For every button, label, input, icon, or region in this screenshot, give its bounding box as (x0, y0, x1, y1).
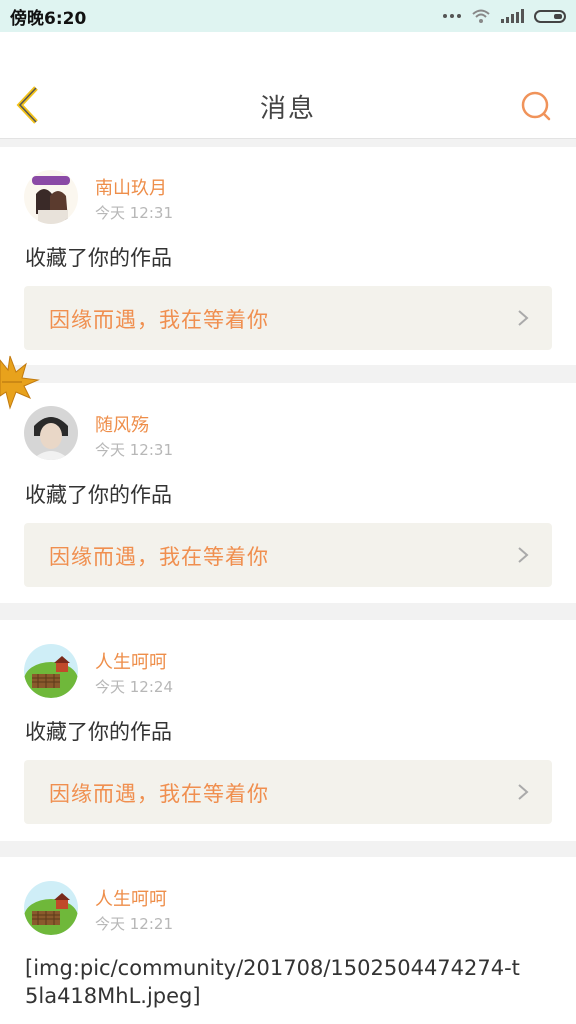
status-time: 傍晚6:20 (10, 8, 87, 29)
header: 消息 (0, 32, 576, 139)
signal-icon (501, 9, 524, 23)
search-icon[interactable] (518, 88, 554, 124)
action-text: 收藏了你的作品 (25, 720, 172, 744)
post-time: 今天 12:31 (95, 204, 173, 222)
work-title: 因缘而遇，我在等着你 (49, 782, 269, 806)
user-name[interactable]: 人生呵呵 (95, 648, 167, 674)
work-title: 因缘而遇，我在等着你 (49, 308, 269, 332)
maple-leaf-icon (0, 355, 40, 410)
message-card: 人生呵呵 今天 12:24 收藏了你的作品 因缘而遇，我在等着你 (0, 620, 576, 841)
action-text: 收藏了你的作品 (25, 483, 172, 507)
avatar[interactable] (24, 406, 78, 460)
post-time: 今天 12:24 (95, 678, 173, 696)
chevron-right-icon (518, 310, 529, 326)
message-card: 随风殇 今天 12:31 收藏了你的作品 因缘而遇，我在等着你 (0, 383, 576, 603)
wifi-icon (472, 9, 490, 23)
more-dots-icon (443, 14, 461, 18)
work-link[interactable]: 因缘而遇，我在等着你 (24, 286, 552, 350)
work-link[interactable]: 因缘而遇，我在等着你 (24, 760, 552, 824)
status-bar: 傍晚6:20 (0, 0, 576, 32)
action-text: 收藏了你的作品 (25, 246, 172, 270)
message-card: 南山玖月 今天 12:31 收藏了你的作品 因缘而遇，我在等着你 (0, 147, 576, 365)
avatar[interactable] (24, 170, 78, 224)
user-name[interactable]: 南山玖月 (95, 174, 167, 200)
user-name[interactable]: 人生呵呵 (95, 885, 167, 911)
page-title: 消息 (259, 94, 316, 124)
work-link[interactable]: 因缘而遇，我在等着你 (24, 523, 552, 587)
post-time: 今天 12:21 (95, 915, 173, 933)
post-time: 今天 12:31 (95, 441, 173, 459)
chevron-right-icon (518, 784, 529, 800)
avatar[interactable] (24, 644, 78, 698)
status-icons (443, 8, 566, 24)
user-name[interactable]: 随风殇 (95, 411, 149, 437)
chevron-right-icon (518, 547, 529, 563)
message-card: 人生呵呵 今天 12:21 [img:pic/community/201708/… (0, 857, 576, 1024)
message-content: [img:pic/community/201708/1502504474274-… (25, 956, 520, 1008)
battery-icon (534, 9, 566, 23)
work-title: 因缘而遇，我在等着你 (49, 545, 269, 569)
avatar[interactable] (24, 881, 78, 935)
